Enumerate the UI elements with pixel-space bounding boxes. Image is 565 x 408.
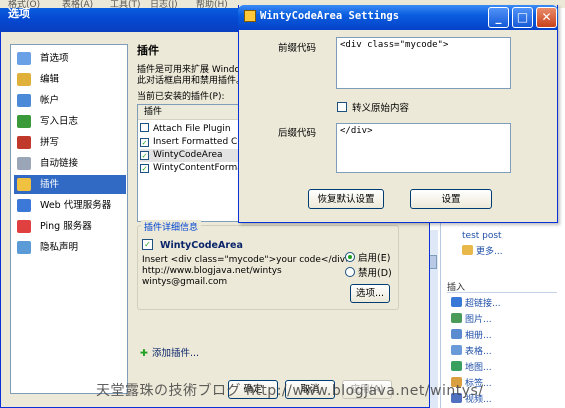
- installed-plugins-label: 当前已安装的插件(P):: [137, 92, 225, 102]
- web-proxy-icon: [17, 199, 31, 212]
- maximize-button[interactable]: □: [512, 7, 533, 28]
- plugin-details-url: http://www.blogjava.net/wintys: [142, 266, 282, 276]
- plugin-enabled-checkbox[interactable]: ✓: [140, 138, 149, 147]
- plugin-enabled-checkbox[interactable]: ✓: [140, 151, 149, 160]
- plugin-icon: ✓: [142, 239, 153, 250]
- auto-link-icon: [17, 157, 31, 170]
- plugin-details-name: WintyCodeArea: [160, 240, 243, 251]
- nav-item-write-log[interactable]: 写入日志: [14, 112, 126, 131]
- close-button[interactable]: ✕: [536, 7, 557, 28]
- plugin-row-insert-clipboard[interactable]: ✓Insert Formatted Clipboard: [140, 136, 240, 149]
- suffix-code-label: 后缀代码: [278, 128, 317, 139]
- nav-item-plugins[interactable]: 插件: [14, 175, 126, 194]
- ping-icon: [17, 220, 31, 233]
- plugin-details-email: wintys@gmail.com: [142, 277, 228, 287]
- sidebar-link-more[interactable]: 更多...: [462, 244, 503, 257]
- prefix-code-label: 前缀代码: [278, 43, 317, 54]
- nav-item-account[interactable]: 帐户: [14, 91, 126, 110]
- checkbox-box[interactable]: [337, 102, 347, 112]
- plugin-row-wintycodearea[interactable]: ✓ WintyCodeArea: [140, 149, 240, 162]
- plugin-details-title: 插件详细信息: [141, 220, 202, 233]
- insert-map[interactable]: 地图...: [451, 360, 492, 373]
- plugin-list-header[interactable]: 插件: [138, 105, 240, 120]
- account-icon: [17, 94, 31, 107]
- write-log-icon: [17, 115, 31, 128]
- radio-dot: [345, 252, 355, 262]
- folder-icon: [462, 245, 473, 255]
- sidebar-link-test-post[interactable]: test post: [462, 231, 502, 241]
- set-button[interactable]: 设置: [410, 189, 492, 209]
- privacy-icon: [17, 241, 31, 254]
- map-icon: [451, 361, 462, 371]
- edit-icon: [17, 73, 31, 86]
- menu-table[interactable]: 表格(A): [62, 0, 93, 8]
- watermark-text: 天堂露珠の技術ブログ http://www.blogjava.net/winty…: [96, 383, 484, 399]
- add-plugin-link[interactable]: ✚ 添加插件...: [140, 345, 199, 359]
- enable-radio[interactable]: 启用(E): [345, 250, 390, 264]
- menu-help[interactable]: 帮助(H): [196, 0, 228, 8]
- disable-radio[interactable]: 禁用(D): [345, 265, 392, 279]
- suffix-code-input[interactable]: </div>: [336, 123, 511, 173]
- hyperlink-icon: [451, 297, 462, 307]
- plugin-list[interactable]: 插件 Attach File Plugin ✓ Insert Formatted …: [137, 104, 241, 222]
- album-icon: [451, 329, 462, 339]
- close-icon: ✕: [541, 10, 552, 24]
- picture-icon: [451, 313, 462, 323]
- plugin-details-description: Insert <div class="mycode">your code</di…: [142, 255, 353, 265]
- plugins-description-line2: 此对话框启用和禁用插件。: [137, 76, 241, 86]
- settings-dialog-title: WintyCodeArea Settings: [260, 10, 400, 22]
- preferences-icon: [17, 52, 31, 65]
- prefix-code-input[interactable]: <div class="mycode">: [336, 37, 511, 89]
- paperclip-icon: [140, 123, 149, 132]
- divider: [447, 292, 557, 293]
- options-title-bar[interactable]: [0, 8, 238, 32]
- plugin-row-attach-file[interactable]: Attach File Plugin: [140, 123, 240, 136]
- insert-album[interactable]: 相册...: [451, 328, 492, 341]
- insert-table[interactable]: 表格...: [451, 344, 492, 357]
- options-nav-list: 首选项 编辑 帐户 写入日志 拼写 自动链接 插件 Web 代理服务器 Ping…: [10, 44, 128, 394]
- restore-defaults-button[interactable]: 恢复默认设置: [308, 189, 384, 209]
- nav-item-ping-server[interactable]: Ping 服务器: [14, 217, 126, 236]
- plugin-icon: [17, 178, 31, 191]
- minimize-icon: _: [495, 10, 502, 24]
- nav-item-preferences[interactable]: 首选项: [14, 49, 126, 68]
- plugin-row-wintycontentformatter[interactable]: ✓WintyContentFormatter: [140, 162, 240, 175]
- nav-item-web-proxy[interactable]: Web 代理服务器: [14, 196, 126, 215]
- plus-icon: ✚: [140, 348, 148, 359]
- minimize-button[interactable]: _: [488, 7, 509, 28]
- abc-spell-icon: [17, 136, 31, 149]
- table-icon: [451, 345, 462, 355]
- nav-item-auto-link[interactable]: 自动链接: [14, 154, 126, 173]
- nav-item-spelling[interactable]: 拼写: [14, 133, 126, 152]
- escape-content-checkbox[interactable]: 转义原始内容: [337, 100, 409, 114]
- insert-picture[interactable]: 图片...: [451, 312, 492, 325]
- nav-item-edit[interactable]: 编辑: [14, 70, 126, 89]
- menu-log[interactable]: 日志(J): [150, 0, 178, 8]
- insert-hyperlink[interactable]: 超链接...: [451, 296, 501, 309]
- radio-dot: [345, 267, 355, 277]
- menu-tools[interactable]: 工具(T): [110, 0, 141, 8]
- page-title: 插件: [137, 44, 159, 57]
- maximize-icon: □: [516, 10, 529, 24]
- nav-item-privacy[interactable]: 隐私声明: [14, 238, 126, 257]
- options-dialog-title: 选项: [8, 7, 30, 20]
- app-icon: [244, 10, 256, 22]
- plugin-options-button[interactable]: 选项...: [350, 284, 390, 303]
- plugin-enabled-checkbox[interactable]: ✓: [140, 164, 149, 173]
